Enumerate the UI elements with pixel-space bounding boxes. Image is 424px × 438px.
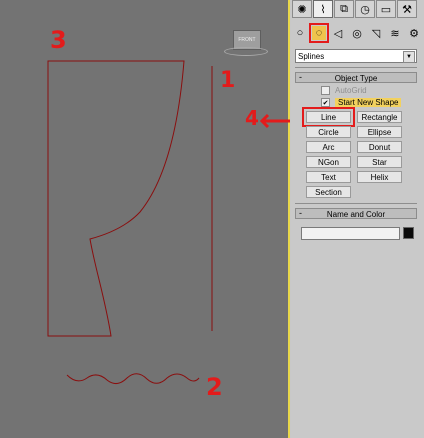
collapse-icon: -	[299, 208, 302, 218]
annotation-3: 3	[50, 26, 67, 54]
cameras-icon: ◎	[352, 27, 362, 40]
line-button[interactable]: Line	[302, 107, 355, 127]
object-type-rollout[interactable]: - Object Type	[295, 72, 417, 83]
modify-tab[interactable]: ⌇	[313, 0, 333, 18]
check-icon: ✔	[322, 100, 329, 107]
motion-icon: ◷	[360, 3, 370, 16]
spacewarps-icon: ≋	[390, 27, 400, 40]
circle-button[interactable]: Circle	[306, 126, 351, 138]
cameras-button[interactable]: ◎	[350, 26, 364, 40]
shapes-button[interactable]: ◌	[309, 23, 329, 43]
start-new-shape-checkbox[interactable]: ✔	[321, 98, 330, 107]
front-viewport[interactable]: FRONT 3 1 2 4	[0, 0, 290, 438]
geometry-sphere-icon: ○	[296, 27, 304, 39]
divider	[295, 67, 417, 68]
arrow-to-line-button	[259, 113, 290, 129]
ellipse-button[interactable]: Ellipse	[357, 126, 402, 138]
viewport-drawing	[47, 60, 290, 384]
utilities-tab[interactable]: ⚒	[397, 0, 417, 18]
command-panel: ✺ ⌇ ⧉ ◷ ▭ ⚒ ○ ◌ ◁ ◎ ◹ ≋ ⚙ Splines ▼ - Ob…	[291, 0, 424, 438]
annotation-2: 2	[206, 373, 223, 401]
donut-button[interactable]: Donut	[357, 141, 402, 153]
annotation-4: 4	[245, 106, 259, 130]
category-dropdown[interactable]: Splines ▼	[295, 49, 417, 63]
spacewarps-button[interactable]: ≋	[388, 26, 402, 40]
sun-icon: ✺	[297, 3, 307, 16]
autogrid-label: AutoGrid	[335, 86, 367, 95]
motion-tab[interactable]: ◷	[355, 0, 375, 18]
text-button[interactable]: Text	[306, 171, 351, 183]
hierarchy-icon: ⧉	[340, 2, 348, 15]
annotation-1: 1	[220, 68, 236, 93]
category-dropdown-value: Splines	[298, 52, 325, 61]
curtain-shape	[47, 60, 185, 337]
systems-button[interactable]: ⚙	[407, 26, 421, 40]
shapes-icon: ◌	[315, 27, 323, 39]
wavy-line-shape	[66, 373, 200, 384]
chevron-down-icon: ▼	[403, 51, 415, 63]
create-tab[interactable]: ✺	[292, 0, 312, 18]
autogrid-checkbox[interactable]	[321, 86, 330, 95]
helix-button[interactable]: Helix	[357, 171, 402, 183]
arc-button[interactable]: Arc	[306, 141, 351, 153]
lights-button[interactable]: ◁	[331, 26, 345, 40]
lights-icon: ◁	[333, 27, 343, 40]
view-cube-ring	[224, 47, 268, 56]
section-button[interactable]: Section	[306, 186, 351, 198]
object-name-field[interactable]	[301, 227, 400, 240]
curve-icon: ⌇	[320, 3, 326, 16]
display-tab[interactable]: ▭	[376, 0, 396, 18]
create-subtypes: ○ ◌ ◁ ◎ ◹ ≋ ⚙	[293, 23, 423, 43]
display-icon: ▭	[380, 3, 392, 16]
name-and-color-rollout[interactable]: - Name and Color	[295, 208, 417, 219]
ngon-button[interactable]: NGon	[306, 156, 351, 168]
hierarchy-tab[interactable]: ⧉	[334, 0, 354, 18]
helpers-button[interactable]: ◹	[369, 26, 383, 40]
object-type-title: Object Type	[334, 74, 378, 83]
rectangle-button[interactable]: Rectangle	[357, 111, 402, 123]
command-panel-tabs: ✺ ⌇ ⧉ ◷ ▭ ⚒	[291, 0, 424, 20]
systems-icon: ⚙	[409, 27, 419, 40]
name-and-color-title: Name and Color	[326, 210, 386, 219]
collapse-icon: -	[299, 72, 302, 82]
object-color-swatch[interactable]	[403, 227, 414, 239]
divider	[295, 203, 417, 204]
geometry-button[interactable]: ○	[293, 26, 307, 40]
helpers-icon: ◹	[371, 27, 381, 40]
hammer-icon: ⚒	[402, 3, 412, 16]
start-new-shape-label: Start New Shape	[335, 98, 402, 107]
star-button[interactable]: Star	[357, 156, 402, 168]
